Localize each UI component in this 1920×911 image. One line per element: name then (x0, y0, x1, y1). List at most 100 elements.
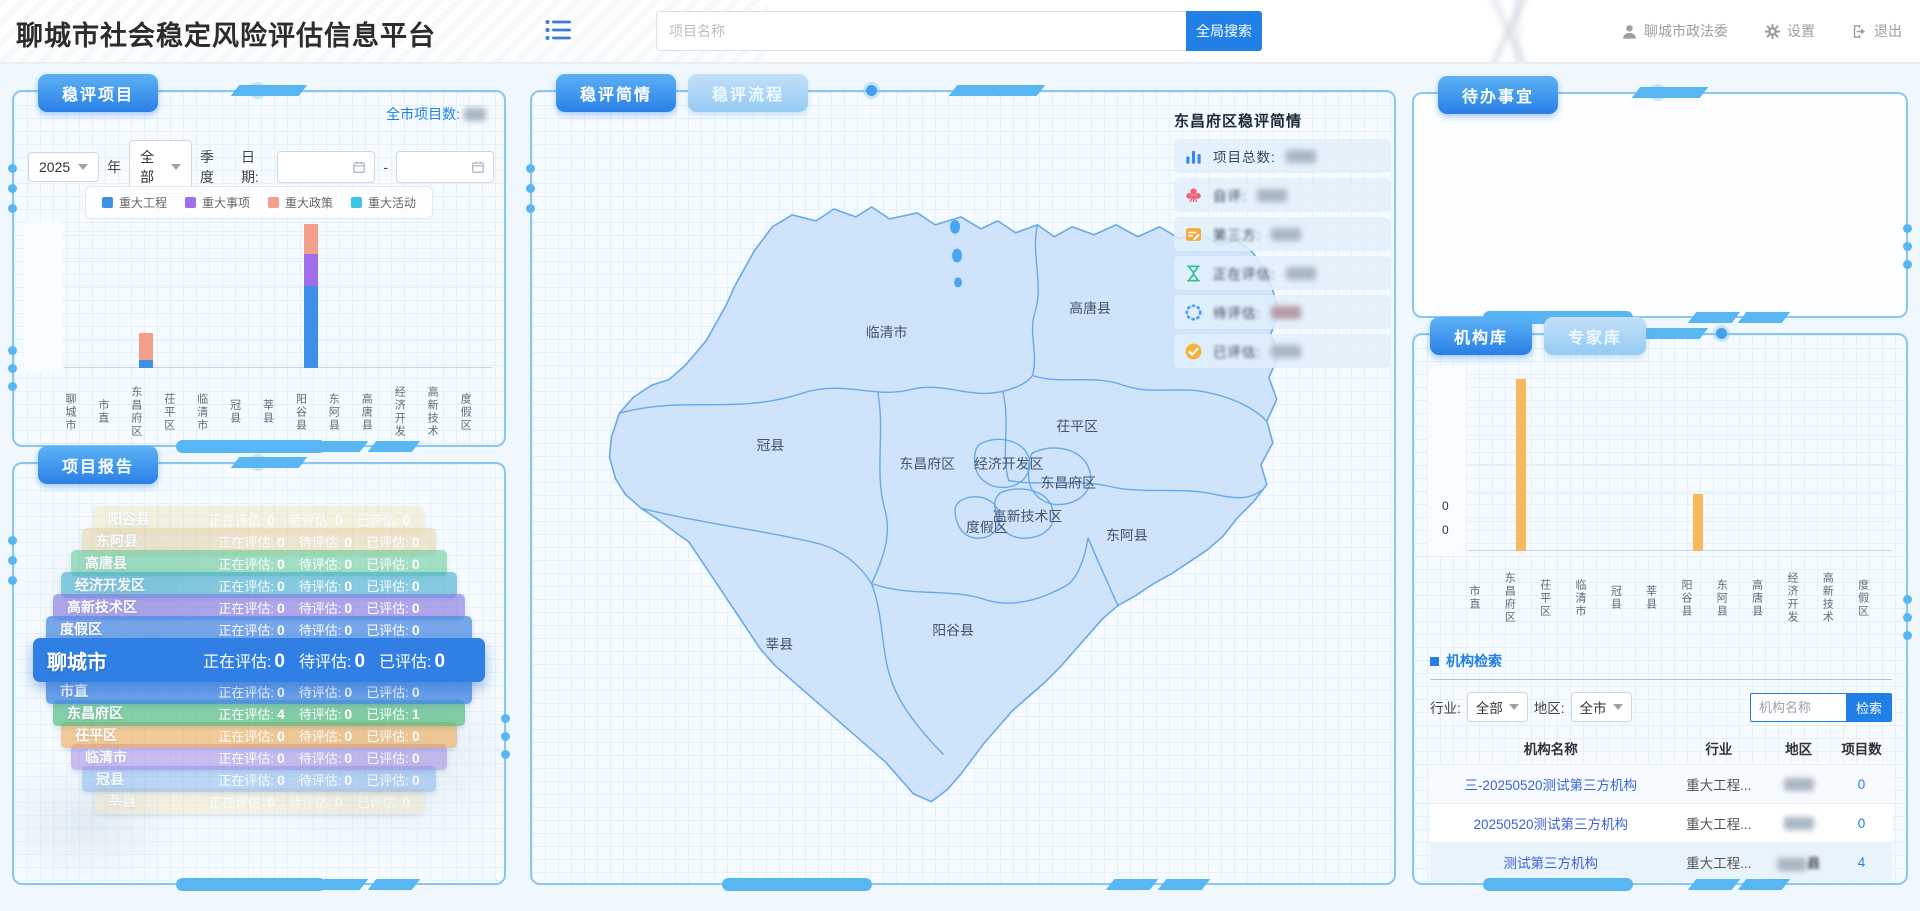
x-axis-label: 高新技术 (426, 374, 459, 450)
banner-region-name: 临清市 (85, 747, 205, 767)
year-unit-label: 年 (107, 157, 121, 177)
map-district-label[interactable]: 东阿县 (1106, 527, 1148, 543)
x-axis-label: 临清市 (1574, 557, 1609, 639)
map-district-label[interactable]: 经济开发区 (974, 456, 1044, 472)
map-district-label[interactable]: 莘县 (765, 636, 793, 652)
table-row[interactable]: 测试第三方机构重大工程...县4 (1430, 843, 1892, 882)
map-district-label[interactable]: 临清市 (866, 324, 908, 340)
legend-item[interactable]: 重大工程 (102, 194, 167, 211)
panel-title-report: 项目报告 (38, 446, 158, 484)
legend-item[interactable]: 重大事项 (185, 194, 250, 211)
x-axis-label: 莘县 (1645, 557, 1680, 639)
banner-stats: 正在评估:0待评估:0已评估:0 (180, 682, 458, 701)
overlay-stat-label: 自评: (1213, 185, 1247, 205)
table-row[interactable]: 三-20250520测试第三方机构重大工程...0 (1430, 765, 1892, 804)
org-project-count: 4 (1831, 843, 1892, 882)
industry-select[interactable]: 全部 (1467, 692, 1528, 722)
flower-icon (1184, 186, 1203, 205)
spinner-icon (1184, 303, 1203, 322)
bar-segment (304, 254, 318, 287)
chevron-down-icon (1613, 704, 1623, 710)
tab-stability-brief[interactable]: 稳评简情 (556, 74, 676, 112)
org-search-heading: 机构检索 (1430, 651, 1892, 680)
banner-stats: 正在评估:0待评估:0已评估:0 (187, 598, 451, 617)
date-separator: - (383, 159, 388, 175)
org-region (1766, 765, 1831, 804)
x-axis-label: 东昌府区 (130, 374, 163, 450)
global-search-button[interactable]: 全局搜索 (1186, 11, 1262, 51)
banner-region-name: 茌平区 (75, 725, 195, 745)
x-axis-label: 高唐县 (360, 374, 393, 450)
legend-swatch-icon (351, 197, 362, 208)
header-actions: 聊城市政法委 设置 退出 (1621, 0, 1902, 62)
logout-button[interactable]: 退出 (1851, 21, 1902, 41)
x-axis-label: 市直 (97, 374, 130, 450)
org-industry: 重大工程... (1671, 765, 1766, 804)
x-axis-label: 高新技术 (1821, 557, 1856, 639)
x-axis-label: 聊城市 (64, 374, 97, 450)
x-axis-label: 东阿县 (327, 374, 360, 450)
user-menu[interactable]: 聊城市政法委 (1621, 21, 1728, 41)
overlay-stat-row: 待评估: (1174, 295, 1390, 329)
chevron-down-icon (1509, 704, 1519, 710)
app-header: 聊城市社会稳定风险评估信息平台 全局搜索 聊城市政法委 设置 (0, 0, 1920, 62)
settings-button[interactable]: 设置 (1764, 21, 1815, 41)
map-district-label[interactable]: 阳谷县 (932, 622, 974, 638)
legend-item[interactable]: 重大政策 (268, 194, 333, 211)
org-name-link[interactable]: 测试第三方机构 (1503, 856, 1598, 871)
overlay-title: 东昌府区稳评简情 (1174, 110, 1390, 131)
redacted-region (1777, 858, 1807, 871)
panel-title-todo: 待办事宜 (1438, 76, 1558, 114)
tab-org-library[interactable]: 机构库 (1430, 317, 1532, 355)
tab-stability-flow[interactable]: 稳评流程 (688, 74, 808, 112)
date-start-input[interactable] (277, 151, 375, 183)
org-search-button[interactable]: 检索 (1846, 693, 1892, 722)
map-district-label[interactable]: 高唐县 (1069, 300, 1111, 316)
bar-segment (139, 360, 153, 368)
todo-empty-area (1426, 106, 1894, 304)
org-name-input[interactable] (1750, 693, 1846, 722)
citywide-label: 全市项目数: (386, 104, 460, 124)
banner-stats: 正在评估:0待评估:0已评估:0 (216, 532, 422, 551)
logout-icon (1851, 23, 1868, 40)
x-axis-label: 高唐县 (1751, 557, 1786, 639)
banner-region-name: 冠县 (96, 769, 216, 789)
bar-segment (1693, 494, 1703, 551)
report-banner-7[interactable]: 聊城市正在评估:0待评估:0已评估:0 (33, 638, 485, 682)
overlay-stat-label: 第三方: (1213, 224, 1261, 244)
search-input[interactable] (656, 11, 1186, 51)
org-name-link[interactable]: 20250520测试第三方机构 (1473, 817, 1628, 832)
map-district-label[interactable]: 茌平区 (1056, 418, 1098, 434)
banner-stats: 正在评估:0待评估:0已评估:0 (205, 554, 433, 573)
tab-expert-library[interactable]: 专家库 (1544, 317, 1646, 355)
project-stats-panel: 稳评项目 全市项目数: 2025 年 全部 季度 日期: - (12, 90, 506, 447)
date-end-input[interactable] (396, 151, 494, 183)
banner-region-name: 高唐县 (85, 553, 205, 573)
bar-segment (304, 286, 318, 368)
redacted-value (1271, 306, 1301, 319)
project-bar-chart: 聊城市市直东昌府区茌平区临清市冠县莘县阳谷县东阿县高唐县经济开发高新技术度假区 (30, 232, 492, 450)
year-select[interactable]: 2025 (28, 152, 99, 182)
banner-region-name: 经济开发区 (75, 575, 195, 595)
org-tabs: 机构库 专家库 (1430, 317, 1646, 355)
district-brief-overlay: 东昌府区稳评简情 项目总数:自评:第三方:正在评估:待评估:已评估: (1174, 110, 1390, 373)
x-axis-label: 东阿县 (1715, 557, 1750, 639)
org-industry: 重大工程... (1671, 843, 1766, 882)
page-title: 聊城市社会稳定风险评估信息平台 (16, 14, 436, 53)
map-district-label[interactable]: 东昌府区 (899, 456, 955, 472)
banner-region-name: 聊城市 (47, 646, 177, 675)
map-district-label[interactable]: 度假区 (966, 519, 1008, 535)
x-axis-label: 茌平区 (163, 374, 196, 450)
banner-stats: 正在评估:4待评估:0已评估:1 (187, 704, 451, 723)
region-select[interactable]: 全市 (1571, 692, 1632, 722)
legend-item[interactable]: 重大活动 (351, 194, 416, 211)
x-axis-label: 莘县 (262, 374, 295, 450)
map-district-label[interactable]: 冠县 (756, 437, 784, 453)
overlay-stat-label: 正在评估: (1213, 263, 1276, 283)
calendar-icon (352, 160, 366, 174)
x-axis-label: 冠县 (1609, 557, 1644, 639)
org-name-link[interactable]: 三-20250520测试第三方机构 (1464, 778, 1637, 793)
menu-icon[interactable] (545, 18, 571, 42)
table-row[interactable]: 20250520测试第三方机构重大工程...0 (1430, 804, 1892, 843)
map-district-label[interactable]: 东昌府区 (1040, 475, 1096, 491)
